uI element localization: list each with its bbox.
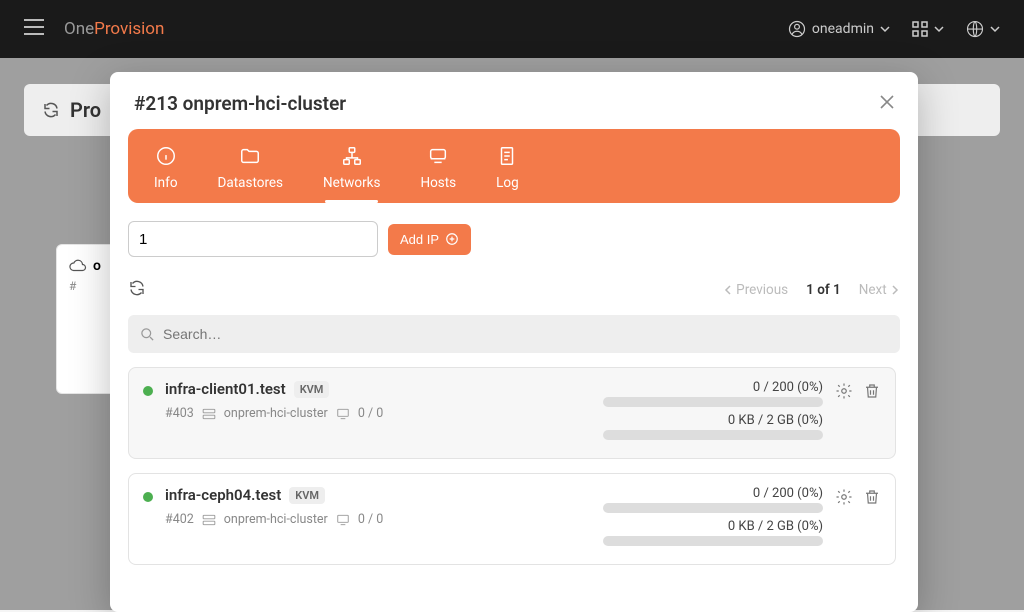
host-vms: 0 / 0	[358, 512, 383, 527]
plus-circle-icon	[445, 232, 459, 246]
gear-icon	[835, 382, 853, 400]
card-name: o	[93, 258, 101, 274]
datastore-icon	[202, 514, 216, 526]
gear-icon	[835, 488, 853, 506]
host-cluster: onprem-hci-cluster	[224, 512, 328, 527]
add-ip-button[interactable]: Add IP	[388, 224, 471, 255]
host-row[interactable]: infra-ceph04.test KVM #402 onprem-hci-cl…	[128, 473, 896, 565]
configure-button[interactable]	[835, 382, 853, 404]
modal-title: #213 onprem-hci-cluster	[134, 92, 346, 115]
tab-label: Networks	[323, 175, 380, 191]
info-icon	[155, 145, 177, 167]
tab-bar: Info Datastores Networks Hosts Log	[128, 129, 900, 203]
search-input[interactable]	[163, 326, 888, 342]
tab-info[interactable]: Info	[134, 139, 198, 203]
host-id: #402	[165, 512, 194, 527]
search-icon	[140, 327, 155, 342]
host-id: #403	[165, 406, 194, 421]
delete-button[interactable]	[863, 488, 881, 510]
topbar: OneProvision oneadmin	[0, 0, 1024, 58]
hypervisor-badge: KVM	[294, 381, 330, 398]
configure-button[interactable]	[835, 488, 853, 510]
pager: Previous 1 of 1 Next	[723, 282, 900, 298]
monitor-icon	[336, 514, 350, 526]
provision-detail-modal: #213 onprem-hci-cluster Info Datastores …	[110, 72, 918, 612]
hypervisor-badge: KVM	[289, 487, 325, 504]
networks-icon	[341, 145, 363, 167]
cloud-icon	[69, 257, 87, 275]
mem-bar	[603, 430, 823, 440]
monitor-icon	[336, 408, 350, 420]
cpu-bar	[603, 503, 823, 513]
chevron-left-icon	[723, 285, 733, 295]
status-dot	[143, 492, 153, 502]
host-name: infra-ceph04.test	[165, 486, 281, 504]
brand-provision: Provision	[94, 19, 164, 39]
user-menu[interactable]: oneadmin	[788, 20, 890, 38]
refresh-icon	[128, 279, 146, 297]
mem-text: 0 KB / 2 GB (0%)	[603, 519, 823, 534]
language-menu[interactable]	[966, 20, 1000, 38]
cpu-bar	[603, 397, 823, 407]
log-icon	[496, 145, 518, 167]
folder-icon	[239, 145, 261, 167]
datastore-icon	[202, 408, 216, 420]
tab-label: Datastores	[218, 175, 284, 191]
delete-button[interactable]	[863, 382, 881, 404]
apps-menu[interactable]	[912, 21, 944, 37]
hosts-icon	[427, 145, 449, 167]
menu-icon[interactable]	[24, 19, 44, 39]
user-name: oneadmin	[812, 21, 874, 37]
add-ip-label: Add IP	[400, 232, 439, 247]
mem-bar	[603, 536, 823, 546]
close-icon[interactable]	[880, 94, 894, 113]
page-title: Pro	[70, 98, 101, 122]
chevron-down-icon	[880, 24, 890, 34]
search-box[interactable]	[128, 315, 900, 353]
refresh-icon	[42, 101, 60, 119]
tab-hosts[interactable]: Hosts	[400, 139, 476, 203]
host-row[interactable]: infra-client01.test KVM #403 onprem-hci-…	[128, 367, 896, 459]
trash-icon	[863, 382, 881, 400]
chevron-right-icon	[890, 285, 900, 295]
host-vms: 0 / 0	[358, 406, 383, 421]
cpu-text: 0 / 200 (0%)	[603, 486, 823, 501]
brand-one: One	[64, 19, 94, 39]
pager-next[interactable]: Next	[859, 282, 900, 298]
tab-label: Log	[496, 175, 519, 191]
tab-log[interactable]: Log	[476, 139, 539, 203]
pager-status: 1 of 1	[806, 282, 841, 298]
host-name: infra-client01.test	[165, 380, 286, 398]
chevron-down-icon	[934, 24, 944, 34]
mem-text: 0 KB / 2 GB (0%)	[603, 413, 823, 428]
chevron-down-icon	[990, 24, 1000, 34]
status-dot	[143, 386, 153, 396]
tab-label: Info	[154, 175, 178, 191]
host-list: infra-client01.test KVM #403 onprem-hci-…	[128, 367, 900, 612]
brand: OneProvision	[64, 19, 164, 39]
ip-count-input[interactable]	[128, 221, 378, 257]
pager-previous[interactable]: Previous	[723, 282, 788, 298]
cpu-text: 0 / 200 (0%)	[603, 380, 823, 395]
tab-label: Hosts	[420, 175, 456, 191]
tab-datastores[interactable]: Datastores	[198, 139, 304, 203]
host-cluster: onprem-hci-cluster	[224, 406, 328, 421]
trash-icon	[863, 488, 881, 506]
tab-networks[interactable]: Networks	[303, 139, 400, 203]
refresh-button[interactable]	[128, 279, 146, 301]
